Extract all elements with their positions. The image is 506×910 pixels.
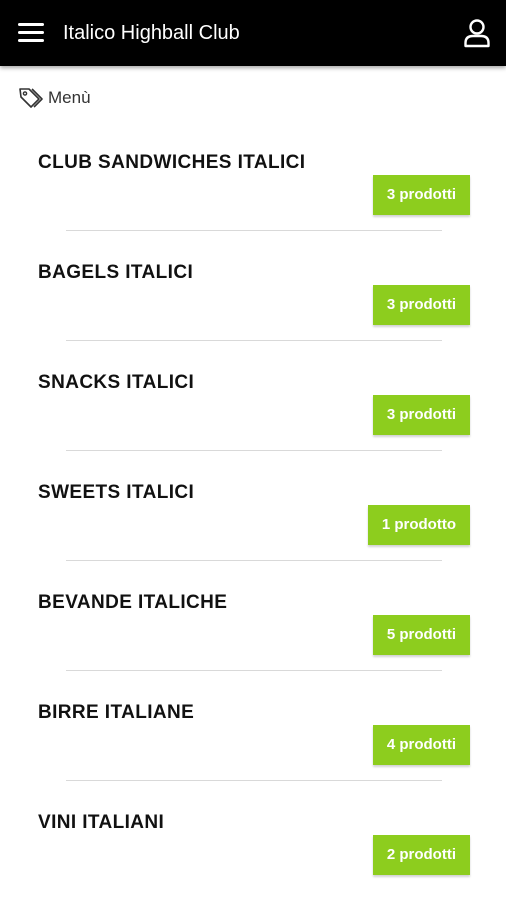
hamburger-menu-icon[interactable] (18, 22, 44, 44)
hamburger-line (18, 23, 44, 26)
divider (66, 230, 442, 231)
product-count-badge: 1 prodotto (367, 505, 470, 545)
category-row[interactable]: VINI ITALIANI 2 prodotti (0, 800, 506, 910)
divider (66, 560, 442, 561)
category-name: BEVANDE ITALICHE (38, 592, 228, 613)
breadcrumb[interactable]: Menù (18, 86, 91, 110)
tag-icon (18, 86, 44, 110)
category-name: BIRRE ITALIANE (38, 702, 195, 723)
product-count-badge: 5 prodotti (372, 615, 470, 655)
divider (66, 340, 442, 341)
category-name: CLUB SANDWICHES ITALICI (38, 152, 306, 173)
app-title: Italico Highball Club (63, 22, 240, 44)
category-row[interactable]: SWEETS ITALICI 1 prodotto (0, 470, 506, 580)
product-count-badge: 4 prodotti (372, 725, 470, 765)
app-header: Italico Highball Club (0, 0, 506, 66)
user-icon[interactable] (462, 18, 492, 48)
hamburger-line (18, 31, 44, 34)
category-name: VINI ITALIANI (38, 812, 165, 833)
category-row[interactable]: BIRRE ITALIANE 4 prodotti (0, 690, 506, 800)
product-count-badge: 3 prodotti (372, 175, 470, 215)
category-row[interactable]: CLUB SANDWICHES ITALICI 3 prodotti (0, 140, 506, 250)
divider (66, 450, 442, 451)
product-count-badge: 2 prodotti (372, 835, 470, 875)
category-row[interactable]: SNACKS ITALICI 3 prodotti (0, 360, 506, 470)
divider (66, 670, 442, 671)
category-name: BAGELS ITALICI (38, 262, 194, 283)
divider (66, 780, 442, 781)
category-name: SNACKS ITALICI (38, 372, 195, 393)
breadcrumb-label: Menù (48, 88, 91, 107)
hamburger-line (18, 39, 44, 42)
category-row[interactable]: BAGELS ITALICI 3 prodotti (0, 250, 506, 360)
product-count-badge: 3 prodotti (372, 395, 470, 435)
category-row[interactable]: BEVANDE ITALICHE 5 prodotti (0, 580, 506, 690)
product-count-badge: 3 prodotti (372, 285, 470, 325)
category-name: SWEETS ITALICI (38, 482, 195, 503)
